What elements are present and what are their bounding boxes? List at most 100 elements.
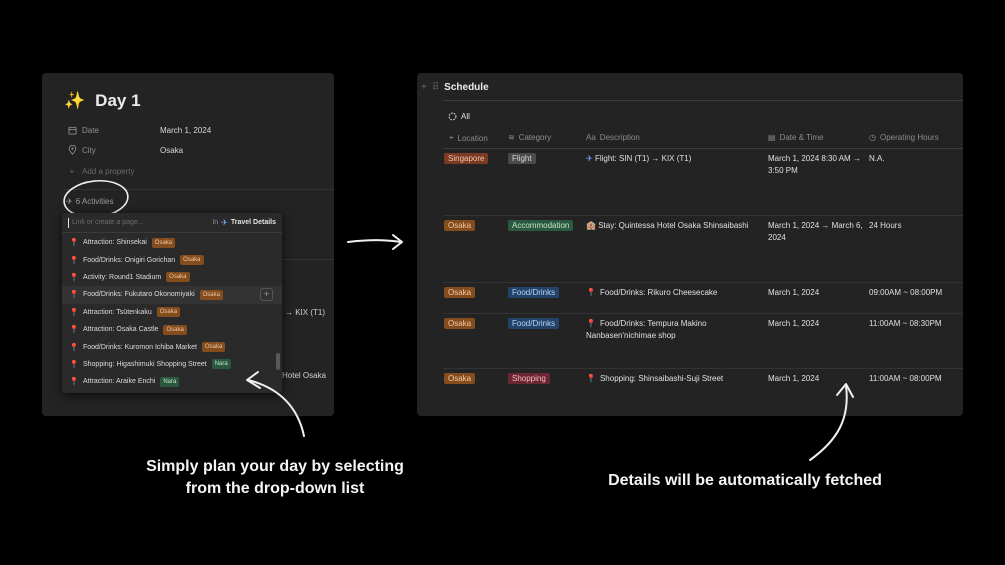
description-text: Food/Drinks: Tempura Makino Nanbasen'nic… [586, 319, 707, 340]
location-tag: Osaka [444, 318, 476, 329]
left-caption: Simply plan your day by selecting from t… [146, 458, 404, 497]
city-tag: Osaka [180, 255, 204, 266]
location-icon [66, 144, 78, 156]
category-tag: Food/Drinks [508, 318, 560, 329]
dropdown-item[interactable]: 📍 Activity: Round1 Stadium Osaka [62, 269, 282, 286]
dropdown-header: Link or create a page... In ✈ Travel Det… [62, 213, 282, 233]
description-text: Stay: Quintessa Hotel Osaka Shinsaibashi [598, 221, 749, 230]
dropdown-item[interactable]: 📍 Attraction: Shinsekai Osaka [62, 234, 282, 251]
plus-icon: + [69, 166, 75, 176]
location-tag: Osaka [444, 373, 476, 384]
view-tab-all[interactable]: All [448, 112, 470, 121]
table-row[interactable]: Osaka Food/Drinks 📍 Food/Drinks: Rikuro C… [443, 283, 963, 314]
hours-text: 11:00AM ~ 08:00PM [869, 374, 942, 383]
drag-handle-icon[interactable]: ⠿ [432, 82, 439, 93]
location-tag: Singapore [444, 153, 489, 164]
page-title: ✨ Day 1 [64, 91, 141, 111]
dropdown-item[interactable]: 📍 Food/Drinks: Kuromon Ichiba Market Osaka [62, 338, 282, 355]
item-label: Activity: Round1 Stadium [82, 273, 162, 281]
dropdown-item[interactable]: 📍 Attraction: Tsūtenkaku Osaka [62, 304, 282, 321]
stack-icon: ≋ [508, 133, 515, 142]
curved-arrow-icon [809, 383, 854, 461]
column-header-hours[interactable]: ◷ Operating Hours [869, 133, 939, 142]
property-value[interactable]: March 1, 2024 [160, 126, 211, 135]
city-tag: Osaka [156, 307, 181, 318]
view-tab-label: All [461, 112, 470, 121]
item-label: Attraction: Shinsekai [82, 239, 147, 247]
clock-icon: ◷ [869, 133, 876, 142]
right-arrow-icon [347, 234, 403, 250]
airplane-icon: ✈ [221, 218, 228, 227]
category-tag: Shopping [508, 373, 550, 384]
hours-text: 24 Hours [869, 221, 902, 230]
location-tag: Osaka [444, 287, 476, 298]
hours-text: 09:00AM ~ 08:00PM [869, 288, 943, 297]
target-database[interactable]: Travel Details [231, 219, 276, 226]
column-label: Category [518, 133, 552, 142]
text-cursor [68, 217, 69, 228]
pin-icon: 📍 [586, 288, 596, 297]
column-header-datetime[interactable]: ▤ Date & Time [768, 133, 824, 142]
table-row[interactable]: Osaka Food/Drinks 📍 Food/Drinks: Tempura … [443, 314, 963, 369]
calendar-icon: ▤ [768, 133, 776, 142]
column-label: Description [599, 133, 640, 142]
pin-icon: 📍 [69, 377, 79, 387]
add-block-icon[interactable]: + [421, 82, 427, 93]
divider [443, 100, 963, 101]
location-icon: ⌖ [449, 133, 454, 142]
sparkles-icon: ✨ [64, 91, 86, 110]
pin-icon: 📍 [69, 325, 79, 335]
column-header-category[interactable]: ≋ Category [508, 133, 551, 142]
in-label: In [212, 219, 219, 226]
link-page-dropdown[interactable]: Link or create a page... In ✈ Travel Det… [62, 213, 282, 393]
datetime-text: March 1, 2024 [768, 319, 820, 328]
plus-icon[interactable]: + [260, 288, 273, 302]
city-tag: Osaka [201, 342, 226, 353]
table-row[interactable]: Osaka Accommodation 🏨 Stay: Quintessa Ho… [443, 216, 963, 283]
loading-icon [448, 112, 457, 121]
city-tag: Osaka [151, 237, 176, 248]
table-row[interactable]: Osaka Shopping 📍 Shopping: Shinsaibashi-S… [443, 369, 963, 416]
column-header-location[interactable]: ⌖ Location [449, 133, 488, 143]
hours-text: 11:00AM ~ 08:30PM [869, 319, 942, 328]
dropdown-item[interactable]: 📍 Food/Drinks: Onigiri Gorichan Osaka [62, 251, 282, 268]
calendar-icon [66, 124, 78, 136]
column-label: Date & Time [779, 133, 824, 142]
property-date[interactable]: Date March 1, 2024 [66, 123, 211, 137]
pin-icon: 📍 [69, 342, 79, 352]
city-tag: Osaka [166, 272, 190, 283]
item-label: Food/Drinks: Fukutaro Okonomiyaki [82, 291, 195, 299]
city-tag: Nara [211, 359, 231, 370]
add-property-button[interactable]: + Add a property [66, 164, 135, 178]
pin-icon: 📍 [69, 359, 79, 369]
item-label: Food/Drinks: Kuromon Ichiba Market [82, 343, 197, 351]
datetime-text: March 1, 2024 → March 6, 2024 [768, 221, 863, 242]
category-tag: Accommodation [508, 220, 574, 231]
description-text: Food/Drinks: Rikuro Cheesecake [599, 288, 718, 297]
hours-text: N.A. [869, 154, 885, 163]
description-text: Shopping: Shinsaibashi-Suji Street [599, 374, 724, 383]
dropdown-item[interactable]: 📍 Attraction: Osaka Castle Osaka [62, 321, 282, 338]
city-tag: Osaka [163, 324, 187, 335]
category-tag: Food/Drinks [508, 287, 560, 298]
table-row[interactable]: Singapore Flight ✈ Flight: SIN (T1) → KI… [443, 149, 963, 216]
description-text: Flight: SIN (T1) → KIX (T1) [594, 154, 692, 163]
property-label: Date [82, 125, 99, 135]
item-label: Shopping: Higashimuki Shopping Street [82, 360, 207, 368]
datetime-text: March 1, 2024 [768, 288, 820, 297]
item-label: Food/Drinks: Onigiri Gorichan [82, 256, 176, 264]
dropdown-item[interactable]: 📍 Food/Drinks: Fukutaro Okonomiyaki Osaka + [62, 286, 282, 304]
dropdown-list: 📍 Attraction: Shinsekai Osaka 📍 Food/Drinks… [62, 233, 282, 391]
column-header-description[interactable]: Aa Description [586, 133, 640, 142]
city-tag: Nara [160, 376, 180, 387]
datetime-text: March 1, 2024 8:30 AM → 3:50 PM [768, 154, 861, 175]
property-city[interactable]: City Osaka [66, 143, 183, 157]
database-title: Schedule [444, 82, 489, 93]
property-label: City [82, 145, 96, 155]
property-value[interactable]: Osaka [160, 146, 183, 155]
item-label: Attraction: Osaka Castle [82, 326, 159, 334]
pin-icon: 📍 [69, 255, 79, 265]
city-tag: Osaka [199, 289, 223, 300]
dropdown-search-input[interactable]: Link or create a page... [72, 219, 212, 226]
column-label: Operating Hours [879, 133, 939, 142]
